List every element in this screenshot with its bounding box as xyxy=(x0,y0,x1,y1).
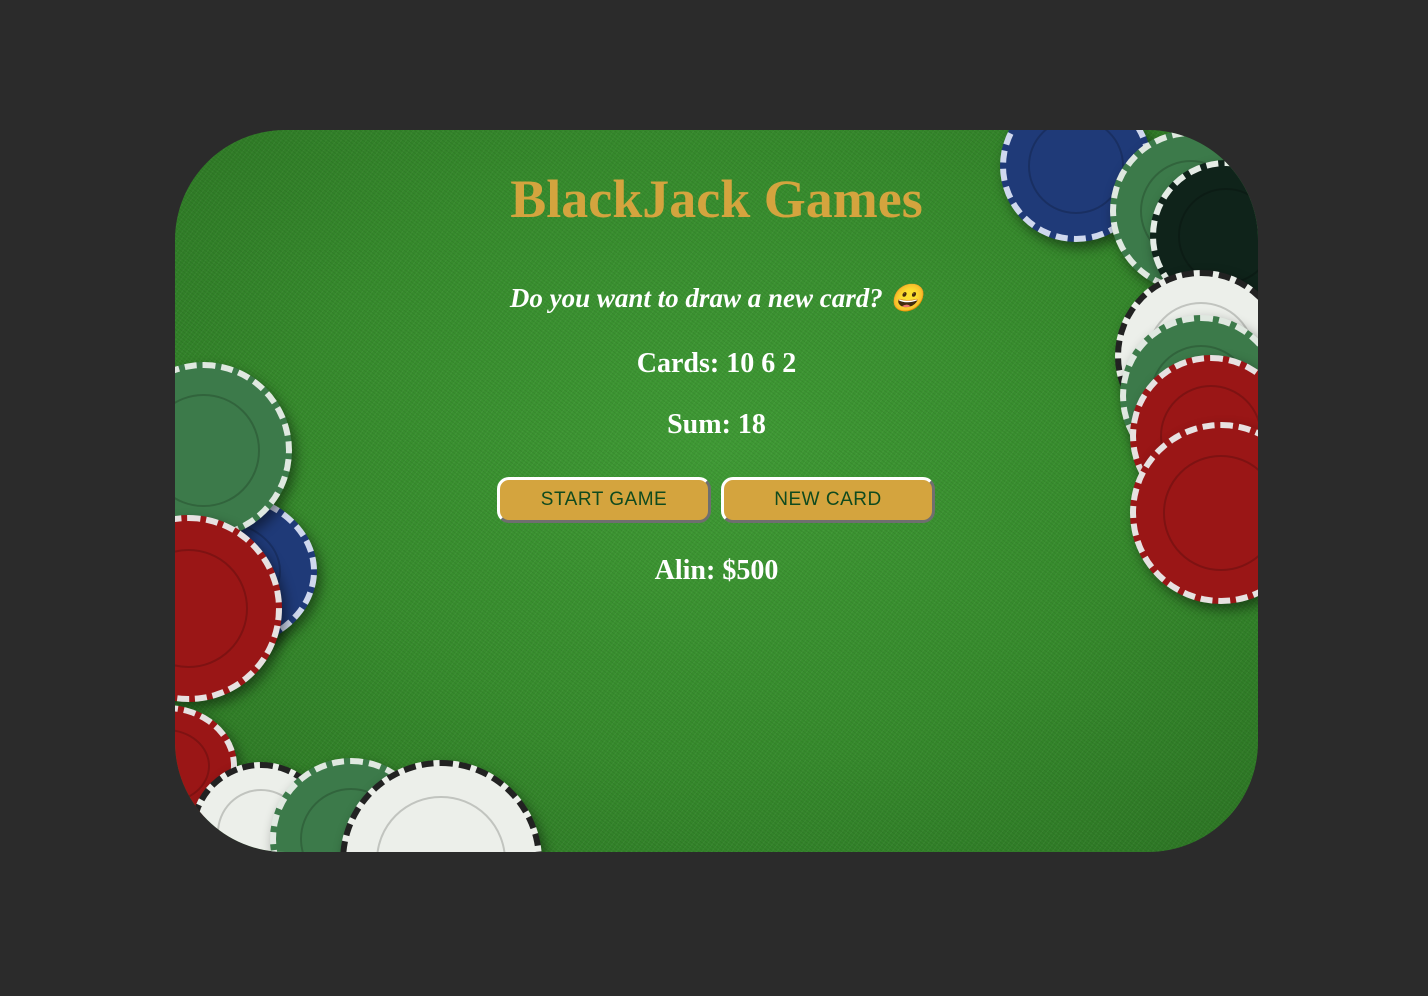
start-game-button[interactable]: START GAME xyxy=(497,477,711,523)
new-card-button[interactable]: NEW CARD xyxy=(721,477,935,523)
button-group: START GAME NEW CARD xyxy=(497,477,935,523)
blackjack-table: BlackJack Games Do you want to draw a ne… xyxy=(175,130,1258,852)
message-text: Do you want to draw a new card? 😀 xyxy=(509,283,924,313)
player-balance: Alin: $500 xyxy=(654,555,779,586)
page-title: BlackJack Games xyxy=(510,169,923,229)
cards-text: Cards: 10 6 2 xyxy=(636,348,797,379)
sum-text: Sum: 18 xyxy=(667,409,766,440)
